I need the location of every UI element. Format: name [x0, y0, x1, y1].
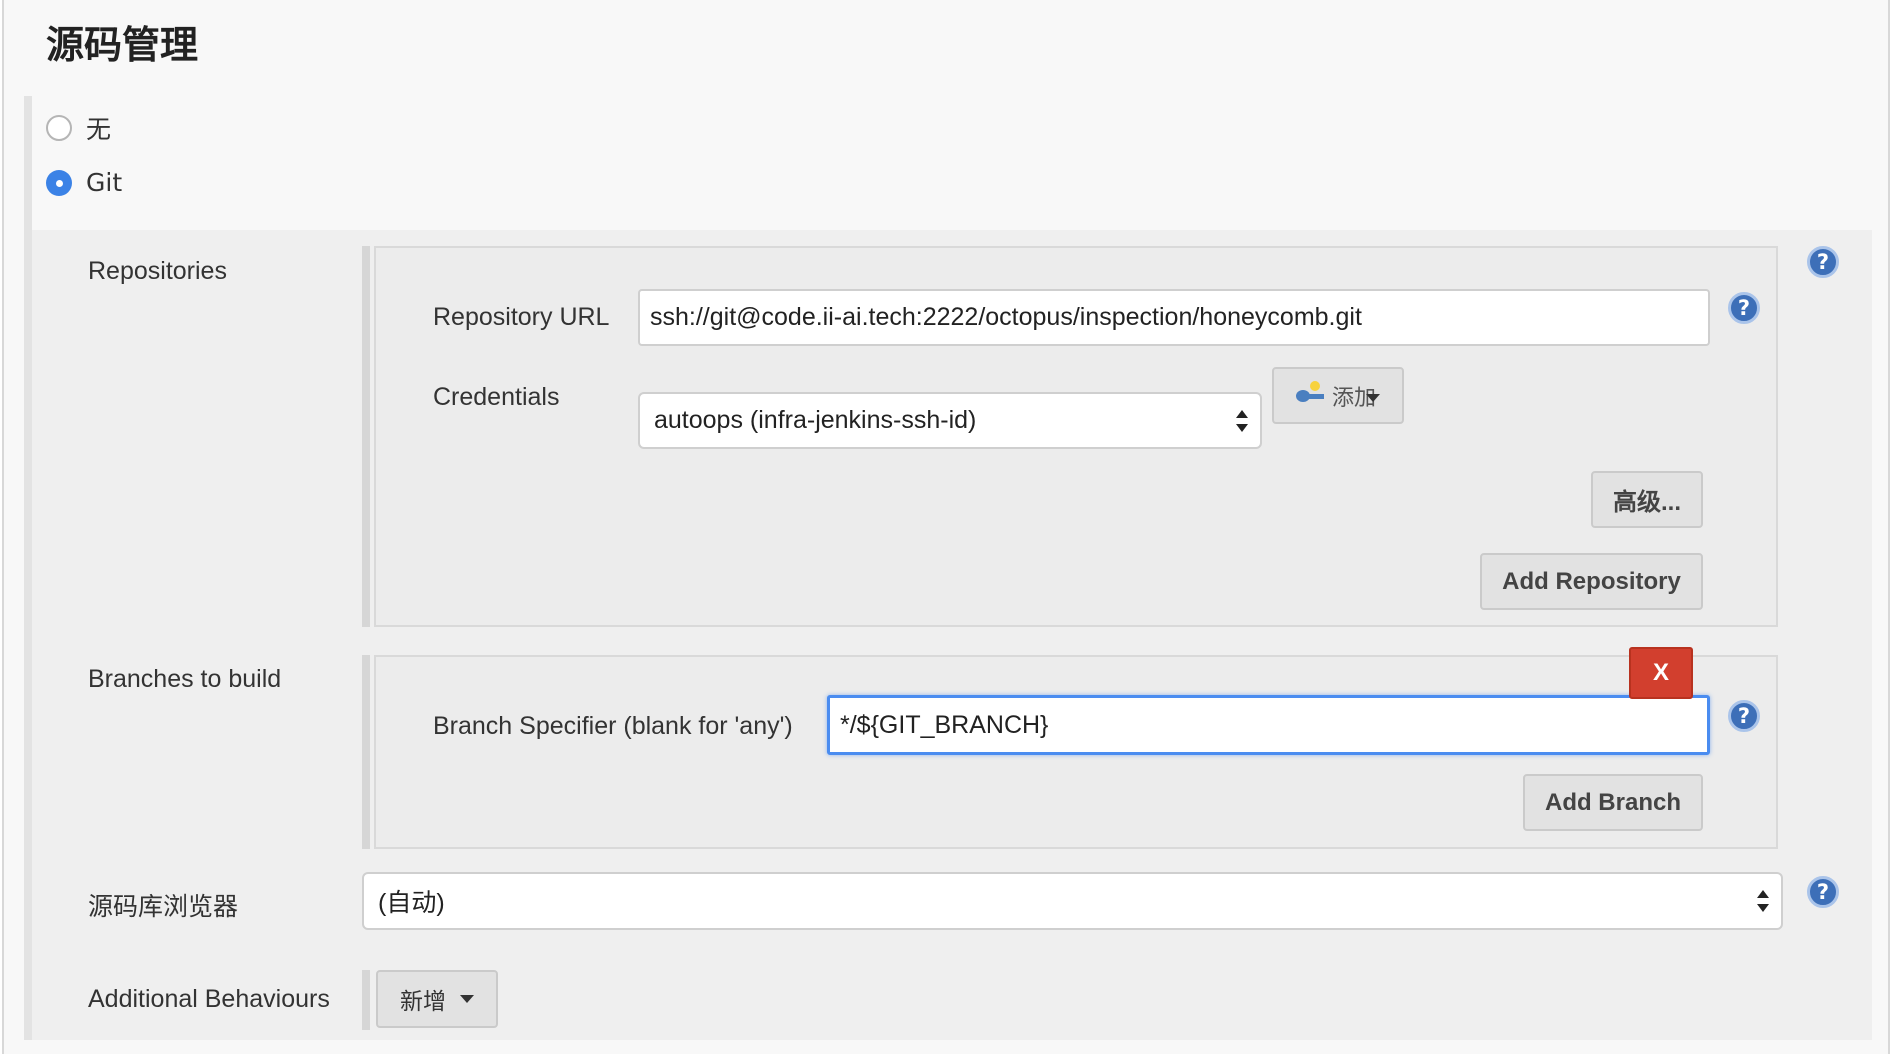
radio-none-label: 无: [86, 115, 112, 144]
repository-browser-label: 源码库浏览器: [88, 893, 239, 921]
scm-option-none[interactable]: 无: [46, 110, 111, 146]
delete-branch-label: X: [1652, 659, 1669, 686]
advanced-label: 高级...: [1612, 489, 1681, 516]
branch-specifier-input[interactable]: */${GIT_BRANCH}: [827, 695, 1710, 755]
credentials-value: autoops (infra-jenkins-ssh-id): [654, 406, 977, 434]
add-branch-label: Add Branch: [1544, 788, 1681, 816]
repository-browser-select[interactable]: (自动): [362, 872, 1783, 930]
radio-git[interactable]: [46, 169, 72, 196]
branch-specifier-value: */${GIT_BRANCH}: [840, 710, 1049, 739]
chevron-down-icon: [460, 995, 474, 1003]
repository-url-input[interactable]: ssh://git@code.ii-ai.tech:2222/octopus/i…: [638, 289, 1710, 346]
repository-browser-help-icon[interactable]: ?: [1807, 876, 1839, 908]
repositories-label: Repositories: [88, 257, 227, 285]
add-repository-button[interactable]: Add Repository: [1480, 553, 1703, 610]
select-arrows-icon: [1236, 409, 1248, 432]
add-behaviour-label: 新增: [400, 988, 446, 1014]
repositories-bar: [362, 246, 370, 627]
advanced-button[interactable]: 高级...: [1591, 471, 1703, 528]
additional-behaviours-label: Additional Behaviours: [88, 985, 330, 1013]
branch-specifier-help-icon[interactable]: ?: [1728, 700, 1760, 732]
dropdown-caret-icon: [1366, 393, 1380, 402]
page: 源码管理 无 Git Repositories Repository URL s…: [0, 0, 1894, 1054]
delete-branch-button[interactable]: X: [1629, 647, 1693, 699]
scm-option-git[interactable]: Git: [46, 168, 122, 197]
key-icon: [1295, 380, 1326, 405]
radio-git-label: Git: [86, 168, 123, 197]
add-credentials-button[interactable]: 添加: [1272, 367, 1404, 424]
branch-specifier-label: Branch Specifier (blank for 'any'): [433, 712, 793, 740]
credentials-label: Credentials: [433, 383, 560, 411]
behaviours-bar: [362, 970, 370, 1030]
select-arrows-icon: [1757, 890, 1769, 912]
section-title: 源码管理: [46, 23, 199, 67]
repositories-help-icon[interactable]: ?: [1807, 246, 1839, 278]
repository-url-value: ssh://git@code.ii-ai.tech:2222/octopus/i…: [650, 303, 1362, 331]
add-branch-button[interactable]: Add Branch: [1523, 774, 1703, 831]
repository-url-label: Repository URL: [433, 303, 610, 331]
repository-browser-value: (自动): [378, 889, 445, 917]
add-repository-label: Add Repository: [1502, 567, 1681, 595]
repository-url-help-icon[interactable]: ?: [1728, 292, 1760, 324]
branches-bar: [362, 655, 370, 849]
branches-label: Branches to build: [88, 665, 282, 693]
add-behaviour-button[interactable]: 新增: [376, 970, 498, 1028]
credentials-select[interactable]: autoops (infra-jenkins-ssh-id): [638, 392, 1262, 449]
radio-none[interactable]: [46, 115, 72, 141]
section-left-bar: [24, 96, 32, 1040]
scm-panel: 源码管理 无 Git Repositories Repository URL s…: [2, 0, 1890, 1054]
